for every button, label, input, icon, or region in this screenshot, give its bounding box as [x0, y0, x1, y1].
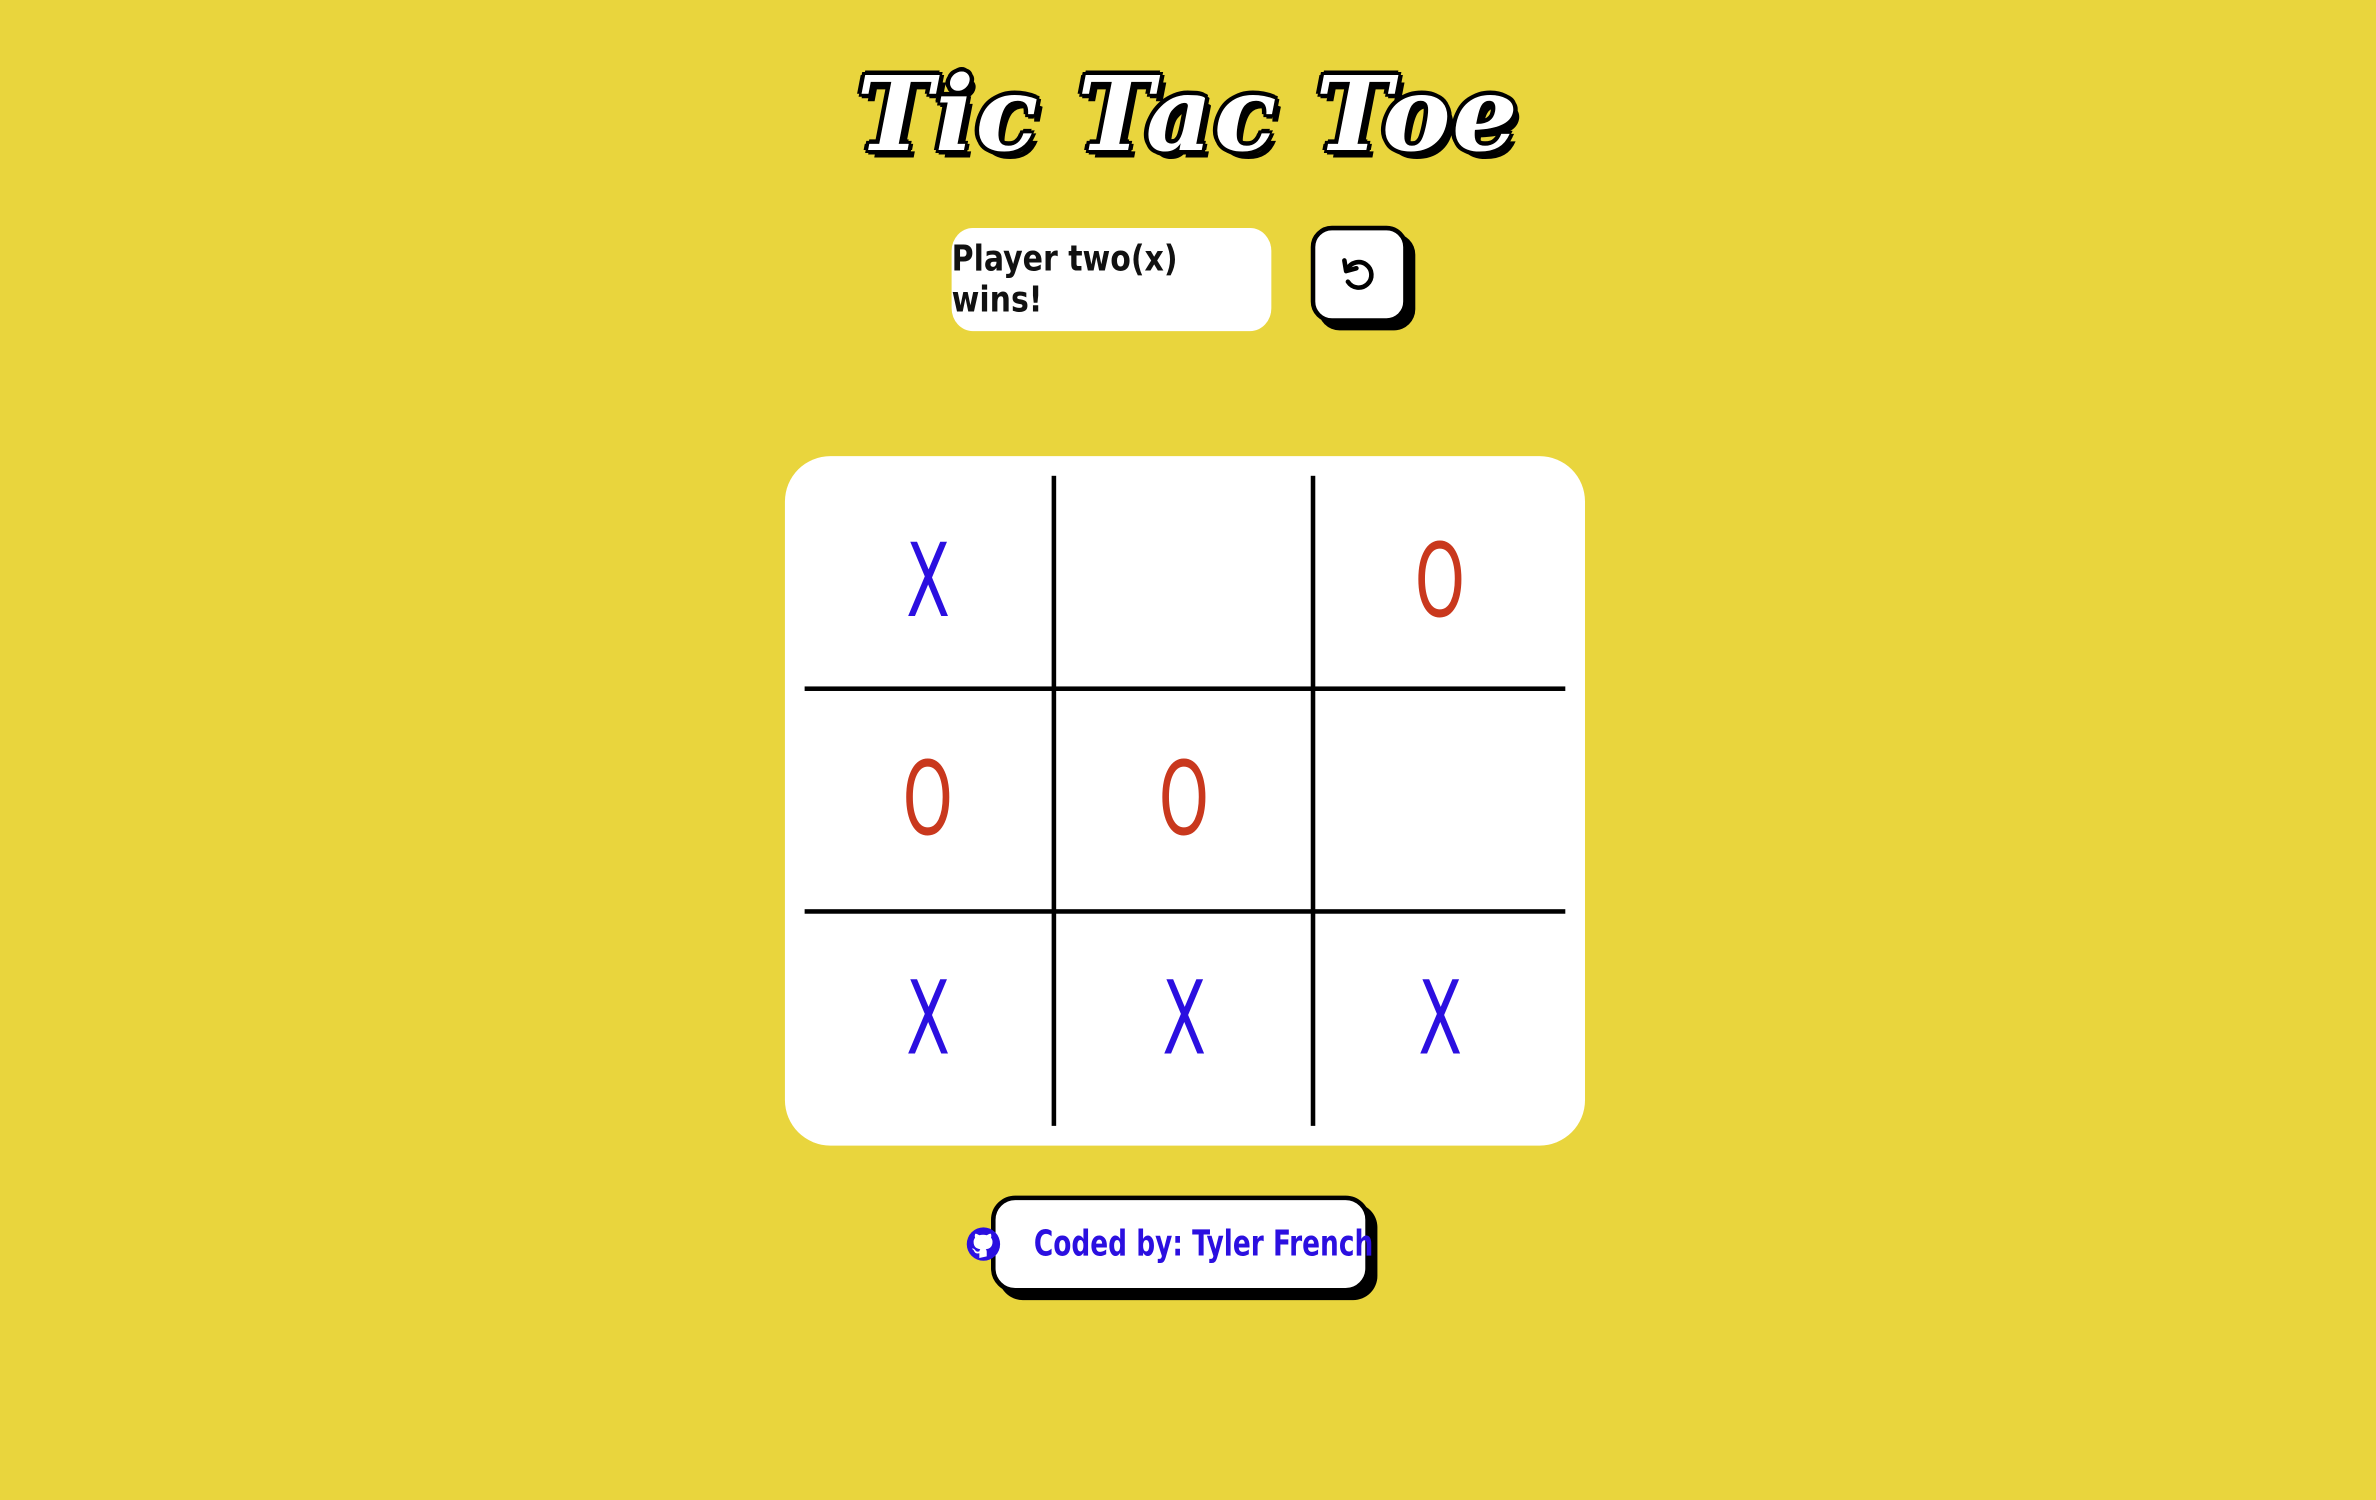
cell-mark: X — [906, 521, 950, 641]
github-icon — [965, 1226, 1001, 1262]
board-cell[interactable] — [1056, 476, 1311, 687]
board-cell[interactable]: O — [1315, 476, 1565, 687]
board-cell[interactable]: X — [805, 476, 1052, 687]
cell-mark: O — [903, 740, 954, 860]
board-cell[interactable]: X — [805, 914, 1052, 1126]
credit-link[interactable]: Coded by: Tyler French — [966, 1195, 1373, 1293]
board-cell[interactable]: X — [1315, 914, 1565, 1126]
cell-mark: O — [1415, 521, 1466, 641]
game-board: X O O O X X X — [784, 456, 1586, 1146]
cell-mark: X — [906, 960, 950, 1080]
board-cell[interactable]: O — [1056, 691, 1311, 909]
credit-text: Coded by: Tyler French — [1033, 1223, 1373, 1265]
cell-mark: X — [1161, 960, 1206, 1080]
page-title: Tic Tac Toe — [856, 54, 1520, 176]
reset-button[interactable] — [1310, 225, 1408, 323]
cell-mark: O — [1158, 740, 1209, 860]
board-cell[interactable]: X — [1056, 914, 1311, 1126]
cell-mark: X — [1418, 960, 1463, 1080]
board-cell[interactable]: O — [805, 691, 1052, 909]
refresh-icon — [1338, 253, 1380, 295]
page: Tic Tac Toe Player two(x) wins! X O O O — [0, 0, 2376, 1500]
board-cell[interactable] — [1315, 691, 1565, 909]
game-status-message: Player two(x) wins! — [951, 228, 1272, 332]
